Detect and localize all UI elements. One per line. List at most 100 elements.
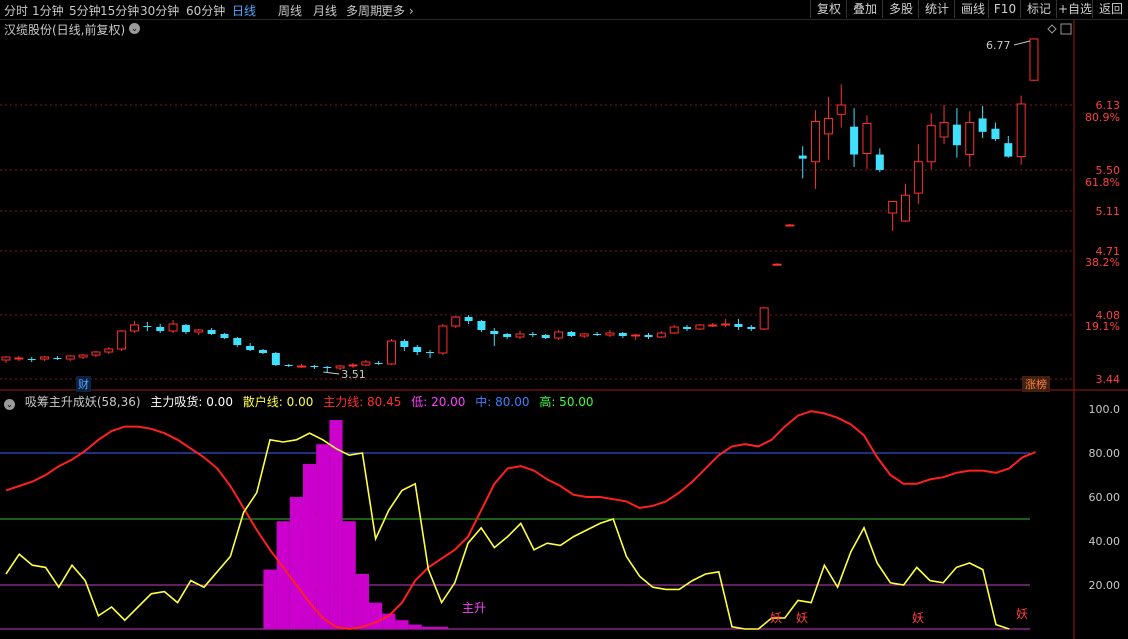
candle-body — [515, 333, 525, 338]
signal-label: 妖 — [770, 611, 782, 625]
candle-body — [490, 331, 499, 334]
indicator-tick-label: 60.00 — [1089, 491, 1121, 504]
kline-chart[interactable]: 6.135.505.114.714.083.4480.9%61.8%38.2%1… — [0, 0, 1128, 639]
candle-body — [593, 334, 602, 335]
low-arrow — [323, 371, 340, 375]
candle-body — [541, 335, 550, 338]
candle-body — [1004, 143, 1013, 157]
candle-body — [683, 327, 692, 329]
indicator-retail-value: 散户线: 0.00 — [242, 395, 314, 409]
candle-body — [965, 122, 975, 156]
chevron-down-icon[interactable]: ⌄ — [4, 399, 15, 410]
candle-body — [361, 361, 371, 366]
indicator-absorb-value: 主力吸货: 0.00 — [150, 395, 233, 409]
absorb-bar — [355, 574, 369, 629]
absorb-bar — [369, 602, 383, 629]
candle-body — [721, 323, 731, 326]
candle-body — [939, 122, 949, 138]
candle-body — [284, 365, 293, 366]
retail-line — [5, 432, 1010, 630]
high-price-label: 6.77 — [986, 39, 1011, 52]
absorb-bar — [316, 444, 330, 629]
candle-body — [426, 352, 435, 353]
candle-body — [194, 329, 204, 333]
candle-body — [901, 194, 910, 222]
candle-body — [772, 263, 782, 266]
indicator-low-value: 低: 20.00 — [411, 395, 466, 409]
candle-body — [387, 340, 396, 365]
candle-body — [618, 333, 627, 336]
candle-body — [104, 348, 114, 353]
candle-body — [913, 161, 923, 194]
signal-label: 妖 — [912, 611, 924, 625]
candle-body — [413, 347, 422, 352]
absorb-bar — [289, 497, 303, 629]
panel-toggle-icon — [1060, 23, 1072, 35]
candle-body — [875, 154, 884, 170]
candle-body — [374, 363, 383, 364]
absorb-bar — [435, 626, 449, 629]
pct-tick-label: 61.8% — [1085, 176, 1120, 189]
finance-badge[interactable]: 财 — [76, 376, 91, 392]
candle-body — [695, 324, 705, 330]
candle-body — [631, 334, 641, 337]
candle-body — [669, 326, 679, 334]
candle-body — [14, 357, 24, 360]
candle-body — [503, 334, 512, 337]
absorb-bar — [408, 624, 422, 629]
candle-body — [78, 354, 88, 358]
candle-body — [348, 364, 358, 367]
price-tick-label: 5.11 — [1096, 205, 1121, 218]
candle-body — [451, 316, 461, 327]
candle-body — [65, 355, 75, 360]
candle-body — [168, 323, 178, 332]
pct-tick-label: 80.9% — [1085, 111, 1120, 124]
candle-body — [220, 334, 229, 338]
candle-body — [27, 359, 36, 360]
zhangbang-badge[interactable]: 涨榜 — [1022, 376, 1050, 392]
indicator-high-value: 高: 50.00 — [539, 395, 594, 409]
candle-body — [785, 224, 795, 227]
absorb-bar — [263, 569, 277, 629]
candle-body — [438, 325, 448, 354]
candle-body — [233, 338, 242, 345]
candle-body — [991, 128, 1000, 140]
indicator-tick-label: 40.00 — [1089, 535, 1121, 548]
candle-body — [747, 327, 756, 329]
candle-body — [156, 327, 165, 331]
indicator-tick-label: 20.00 — [1089, 579, 1121, 592]
candle-body — [1, 356, 11, 361]
signal-label: 妖 — [1016, 607, 1028, 621]
indicator-tick-label: 100.0 — [1089, 403, 1121, 416]
candle-body — [734, 324, 743, 327]
candle-body — [823, 117, 833, 135]
candle-body — [862, 123, 872, 154]
candle-body — [400, 341, 409, 347]
candle-body — [246, 346, 255, 350]
candle-body — [40, 356, 50, 360]
absorb-bar — [303, 464, 317, 629]
candle-body — [952, 124, 961, 146]
candle-body — [579, 333, 589, 337]
candle-body — [850, 126, 859, 155]
indicator-name[interactable]: 吸筹主升成妖(58,36) — [25, 395, 141, 409]
candle-body — [259, 350, 267, 353]
candle-body — [528, 334, 537, 335]
signal-label: 妖 — [796, 611, 808, 625]
candle-body — [143, 326, 152, 327]
candle-body — [708, 324, 718, 327]
pct-tick-label: 38.2% — [1085, 256, 1120, 269]
diamond-icon — [1047, 24, 1057, 34]
candle-body — [567, 332, 576, 336]
absorb-bar — [342, 521, 356, 629]
candle-body — [297, 365, 307, 368]
candle-body — [656, 332, 666, 338]
indicator-title: ⌄ 吸筹主升成妖(58,36) 主力吸货: 0.00 散户线: 0.00 主力线… — [4, 393, 600, 410]
candle-body — [811, 121, 821, 163]
low-price-label: 3.51 — [341, 368, 366, 381]
high-arrow — [1013, 40, 1031, 46]
indicator-tick-label: 80.00 — [1089, 447, 1121, 460]
candle-body — [888, 201, 898, 214]
main-force-line — [5, 410, 1036, 631]
indicator-main-value: 主力线: 80.45 — [323, 395, 402, 409]
